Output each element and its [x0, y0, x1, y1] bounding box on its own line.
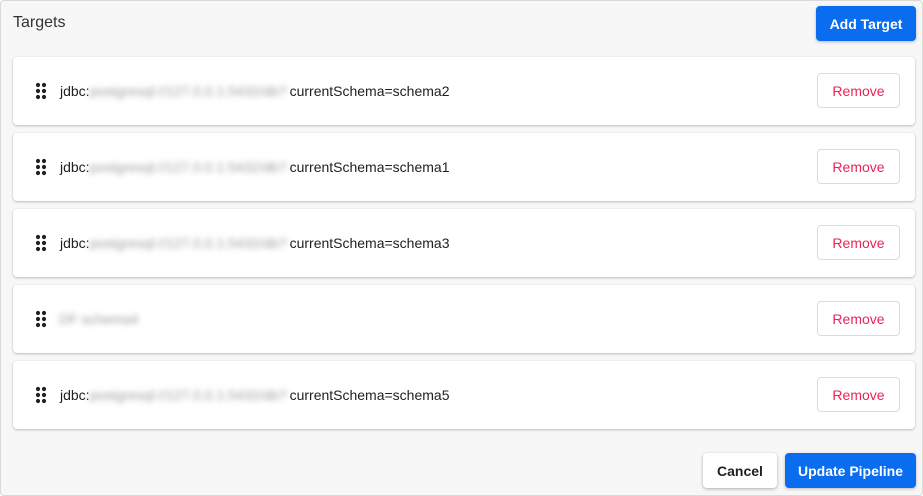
redacted-host: postgresql://127.0.0.1:5432/db?	[89, 159, 287, 175]
target-schema: currentSchema=schema1	[289, 159, 450, 175]
update-pipeline-button[interactable]: Update Pipeline	[785, 453, 916, 488]
remove-button[interactable]: Remove	[817, 225, 900, 260]
remove-button[interactable]: Remove	[817, 377, 900, 412]
drag-handle-icon[interactable]	[35, 310, 47, 328]
add-target-button[interactable]: Add Target	[816, 6, 916, 41]
target-schema: currentSchema=schema5	[289, 387, 450, 403]
redacted-target-name: DF schema4	[59, 311, 139, 327]
cancel-button[interactable]: Cancel	[703, 453, 777, 488]
page-title: Targets	[13, 14, 66, 31]
target-prefix: jdbc:	[60, 83, 90, 99]
drag-handle-icon[interactable]	[35, 158, 47, 176]
targets-panel: Targets Add Target jdbc: postgresql://12…	[0, 0, 923, 496]
drag-handle-icon[interactable]	[35, 234, 47, 252]
redacted-host: postgresql://127.0.0.1:5432/db?	[89, 83, 287, 99]
drag-handle-icon[interactable]	[35, 386, 47, 404]
redacted-host: postgresql://127.0.0.1:5432/db?	[89, 235, 287, 251]
target-card: jdbc: postgresql://127.0.0.1:5432/db? cu…	[13, 209, 915, 277]
target-card: DF schema4 Remove	[13, 285, 915, 353]
target-connection-string: jdbc: postgresql://127.0.0.1:5432/db? cu…	[60, 234, 450, 252]
target-schema: currentSchema=schema2	[289, 83, 450, 99]
target-card: jdbc: postgresql://127.0.0.1:5432/db? cu…	[13, 133, 915, 201]
target-card: jdbc: postgresql://127.0.0.1:5432/db? cu…	[13, 57, 915, 125]
target-card: jdbc: postgresql://127.0.0.1:5432/db? cu…	[13, 361, 915, 429]
remove-button[interactable]: Remove	[817, 73, 900, 108]
target-connection-string: jdbc: postgresql://127.0.0.1:5432/db? cu…	[60, 158, 450, 176]
remove-button[interactable]: Remove	[817, 149, 900, 184]
target-prefix: jdbc:	[60, 387, 90, 403]
redacted-host: postgresql://127.0.0.1:5432/db?	[89, 387, 287, 403]
remove-button[interactable]: Remove	[817, 301, 900, 336]
targets-list: jdbc: postgresql://127.0.0.1:5432/db? cu…	[13, 57, 915, 437]
drag-handle-icon[interactable]	[35, 82, 47, 100]
target-connection-string: jdbc: postgresql://127.0.0.1:5432/db? cu…	[60, 386, 450, 404]
target-connection-string: DF schema4	[59, 310, 143, 328]
target-prefix: jdbc:	[60, 235, 90, 251]
target-connection-string: jdbc: postgresql://127.0.0.1:5432/db? cu…	[60, 82, 450, 100]
target-prefix: jdbc:	[60, 159, 90, 175]
target-schema: currentSchema=schema3	[289, 235, 450, 251]
